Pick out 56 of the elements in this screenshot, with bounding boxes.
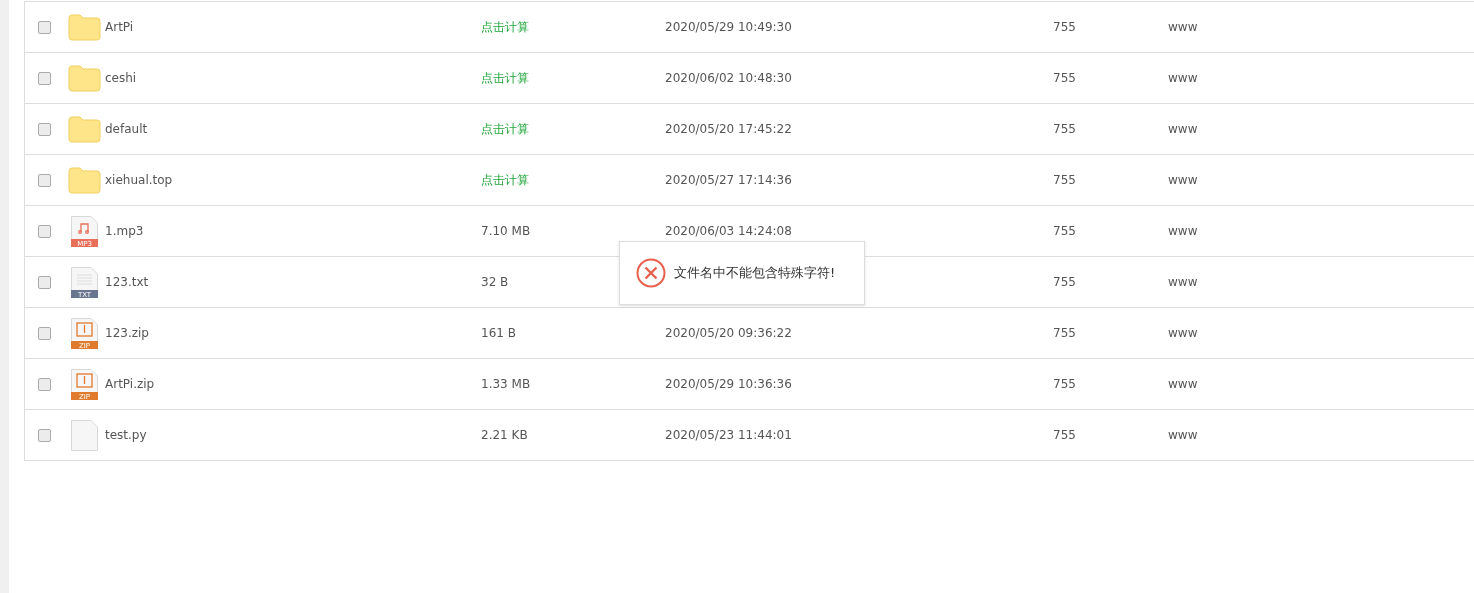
modified-date: 2020/05/20 09:36:22 <box>665 326 792 340</box>
row-checkbox[interactable] <box>37 326 51 340</box>
file-size: 7.10 MB <box>481 224 531 238</box>
permission: 755 <box>1053 326 1076 340</box>
file-size: 161 B <box>481 326 516 340</box>
file-name[interactable]: ArtPi <box>105 20 134 34</box>
file-name[interactable]: ceshi <box>105 71 137 85</box>
owner: www <box>1168 326 1198 340</box>
file-size: 1.33 MB <box>481 377 531 391</box>
owner: www <box>1168 224 1198 238</box>
modified-date: 2020/05/20 17:45:22 <box>665 122 792 136</box>
folder-icon <box>67 64 101 92</box>
owner: www <box>1168 275 1198 289</box>
row-checkbox[interactable] <box>37 71 51 85</box>
permission: 755 <box>1053 122 1076 136</box>
folder-icon <box>67 13 101 41</box>
file-size: 2.21 KB <box>481 428 528 442</box>
file-name[interactable]: test.py <box>105 428 147 442</box>
permission: 755 <box>1053 428 1076 442</box>
modified-date: 2020/05/23 11:44:01 <box>665 428 792 442</box>
file-name[interactable]: xiehual.top <box>105 173 173 187</box>
modified-date: 2020/05/29 10:36:36 <box>665 377 792 391</box>
owner: www <box>1168 428 1198 442</box>
permission: 755 <box>1053 377 1076 391</box>
permission: 755 <box>1053 71 1076 85</box>
permission: 755 <box>1053 173 1076 187</box>
file-name[interactable]: 1.mp3 <box>105 224 144 238</box>
file-name[interactable]: default <box>105 122 148 136</box>
row-checkbox[interactable] <box>37 20 51 34</box>
owner: www <box>1168 71 1198 85</box>
row-checkbox[interactable] <box>37 428 51 442</box>
file-name[interactable]: ArtPi.zip <box>105 377 155 391</box>
file-name[interactable]: 123.zip <box>105 326 149 340</box>
modified-date: 2020/06/03 14:24:08 <box>665 224 792 238</box>
owner: www <box>1168 173 1198 187</box>
file-icon <box>70 419 98 451</box>
owner: www <box>1168 122 1198 136</box>
error-icon <box>636 258 666 288</box>
error-message: 文件名中不能包含特殊字符! <box>674 264 836 282</box>
file-name[interactable]: 123.txt <box>105 275 149 289</box>
file-size: 32 B <box>481 275 509 289</box>
owner: www <box>1168 377 1198 391</box>
folder-icon <box>67 166 101 194</box>
permission: 755 <box>1053 20 1076 34</box>
folder-icon <box>67 115 101 143</box>
modified-date: 2020/06/02 10:48:30 <box>665 71 792 85</box>
owner: www <box>1168 20 1198 34</box>
row-checkbox[interactable] <box>37 275 51 289</box>
permission: 755 <box>1053 275 1076 289</box>
row-checkbox[interactable] <box>37 377 51 391</box>
modified-date: 2020/05/27 17:14:36 <box>665 173 792 187</box>
row-checkbox[interactable] <box>37 224 51 238</box>
permission: 755 <box>1053 224 1076 238</box>
row-checkbox[interactable] <box>37 173 51 187</box>
row-checkbox[interactable] <box>37 122 51 136</box>
modified-date: 2020/05/29 10:49:30 <box>665 20 792 34</box>
